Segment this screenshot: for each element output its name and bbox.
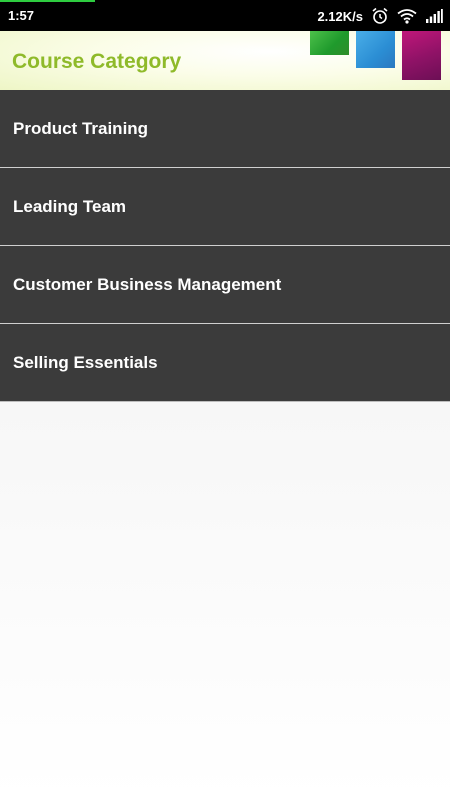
wifi-icon	[397, 8, 417, 24]
signal-icon	[425, 8, 443, 24]
decorative-green-tile	[310, 31, 349, 55]
alarm-icon	[371, 7, 389, 25]
category-item-leading-team[interactable]: Leading Team	[0, 168, 450, 246]
app-header: Course Category	[0, 31, 450, 90]
category-label: Customer Business Management	[13, 274, 282, 294]
category-item-selling-essentials[interactable]: Selling Essentials	[0, 324, 450, 402]
category-label: Selling Essentials	[13, 352, 158, 372]
page-title: Course Category	[12, 50, 182, 73]
decorative-blue-tile	[356, 31, 395, 68]
status-icons: 2.12K/s	[317, 5, 443, 27]
network-speed: 2.12K/s	[317, 8, 363, 24]
category-label: Product Training	[13, 118, 149, 138]
category-label: Leading Team	[13, 196, 127, 216]
loading-progress-bar	[0, 0, 95, 2]
category-list: Product Training Leading Team Customer B…	[0, 90, 450, 402]
category-item-customer-business-management[interactable]: Customer Business Management	[0, 246, 450, 324]
category-item-product-training[interactable]: Product Training	[0, 90, 450, 168]
status-time: 1:57	[8, 8, 35, 23]
status-bar: 1:57 2.12K/s	[0, 0, 450, 31]
decorative-magenta-tile	[402, 31, 441, 80]
